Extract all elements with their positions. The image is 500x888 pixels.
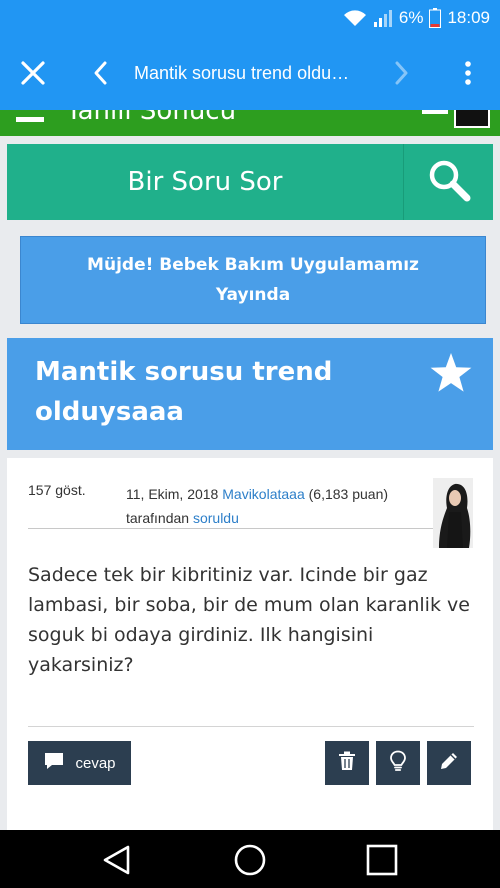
more-icon[interactable]: [456, 58, 480, 88]
comment-icon: [43, 751, 65, 775]
battery-icon: [429, 8, 442, 28]
body-divider: [28, 726, 474, 727]
question-card: 157 göst. 11, Ekim, 2018 Mavikolataaa (6…: [7, 458, 493, 830]
question-date: 11, Ekim, 2018: [126, 486, 219, 502]
meta-divider: [28, 528, 438, 529]
menu-icon[interactable]: [16, 110, 46, 122]
ask-bar: Bir Soru Sor: [7, 144, 493, 220]
back-icon[interactable]: [90, 60, 112, 86]
answer-button[interactable]: cevap: [28, 741, 131, 785]
asker-avatar[interactable]: [433, 478, 473, 548]
trash-icon: [338, 751, 356, 775]
question-info: 11, Ekim, 2018 Mavikolataaa (6,183 puan)…: [126, 482, 426, 530]
status-bar: 6% 18:09: [0, 0, 500, 36]
nav-recents-icon[interactable]: [365, 843, 399, 877]
search-button[interactable]: [403, 144, 493, 220]
status-icons: 6% 18:09: [343, 6, 490, 30]
battery-percent: 6%: [398, 8, 424, 27]
question-title: Mantik sorusu trend olduysaaa: [35, 357, 333, 427]
site-header: Tahlil Sonucu: [0, 110, 500, 136]
question-body: Sadece tek bir kibritiniz var. Icinde bi…: [28, 564, 470, 676]
close-icon[interactable]: [18, 58, 48, 88]
system-nav-bar: [0, 830, 500, 888]
hint-button[interactable]: [376, 741, 420, 785]
nav-back-icon[interactable]: [101, 843, 135, 877]
answer-label: cevap: [75, 754, 116, 772]
nav-home-icon[interactable]: [233, 843, 267, 877]
signal-icon: [373, 9, 393, 27]
delete-button[interactable]: [325, 741, 369, 785]
asked-link[interactable]: soruldu: [193, 510, 239, 526]
by-text: tarafından: [126, 510, 190, 526]
site-name[interactable]: Tahlil Sonucu: [66, 110, 236, 126]
author-points: (6,183 puan): [308, 486, 389, 502]
view-count: 157 göst.: [28, 482, 86, 498]
promo-banner[interactable]: Müjde! Bebek Bakım Uygulamamız Yayında: [20, 236, 486, 324]
pencil-icon: [439, 751, 459, 775]
search-icon: [426, 157, 472, 207]
header-divider: [422, 110, 448, 114]
user-avatar[interactable]: [454, 110, 490, 128]
page-title: Mantik sorusu trend oldu…: [134, 63, 350, 83]
wifi-icon: [343, 9, 367, 27]
forward-icon[interactable]: [390, 60, 412, 86]
edit-button[interactable]: [427, 741, 471, 785]
author-link[interactable]: Mavikolataaa: [222, 486, 305, 502]
lightbulb-icon: [389, 750, 407, 776]
ask-question-button[interactable]: Bir Soru Sor: [7, 144, 403, 220]
clock: 18:09: [447, 8, 490, 27]
app-bar: Mantik sorusu trend oldu…: [0, 36, 500, 110]
star-icon[interactable]: [429, 352, 473, 394]
question-header: Mantik sorusu trend olduysaaa: [7, 338, 493, 450]
